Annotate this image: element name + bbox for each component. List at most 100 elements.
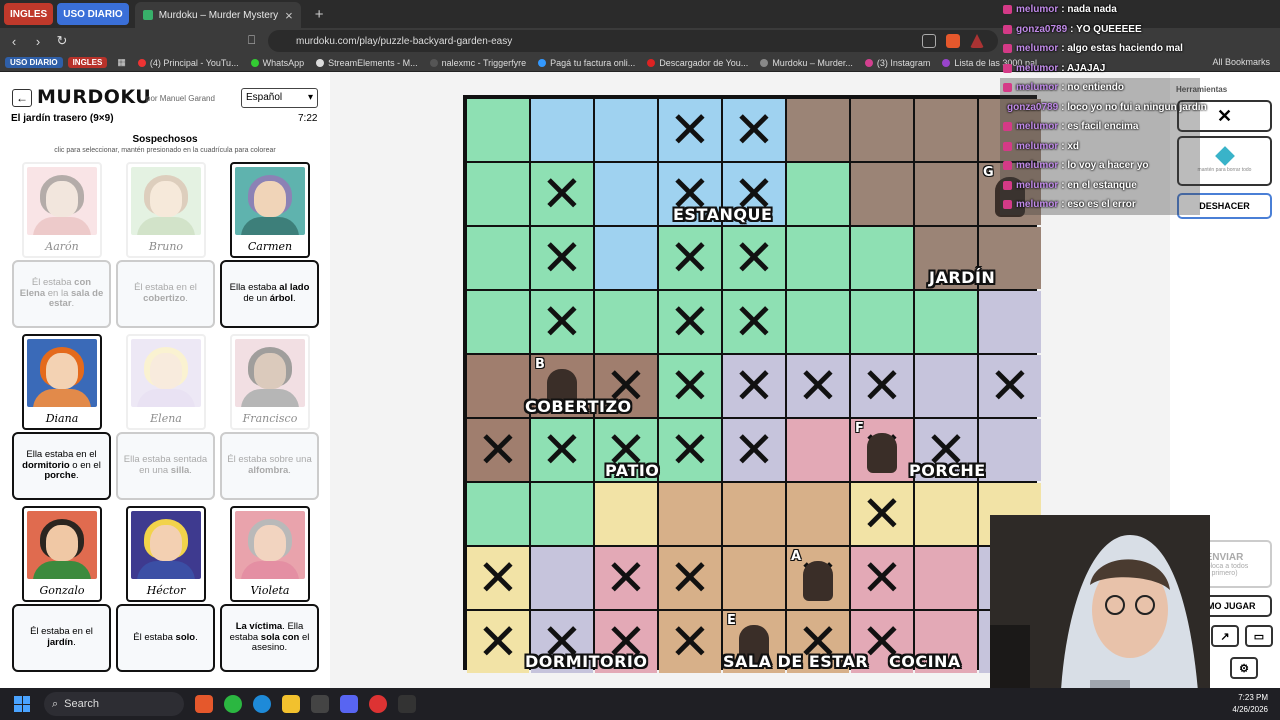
board-cell[interactable] bbox=[467, 483, 529, 545]
bookmark-icon[interactable]: ⎕ bbox=[248, 33, 255, 48]
suspect-card[interactable]: Aarón bbox=[22, 162, 102, 258]
suspect-card[interactable]: Francisco bbox=[230, 334, 310, 430]
board-cell[interactable] bbox=[467, 227, 529, 289]
suspect-card[interactable]: Diana bbox=[22, 334, 102, 430]
bookmark-whatsapp[interactable]: WhatsApp bbox=[250, 58, 304, 68]
app-icon[interactable] bbox=[311, 695, 329, 713]
board-cell[interactable] bbox=[595, 99, 657, 161]
board-cell[interactable]: ✕ bbox=[659, 291, 721, 353]
board-cell[interactable] bbox=[467, 291, 529, 353]
board-cell[interactable]: ✕ bbox=[979, 355, 1041, 417]
board-cell[interactable] bbox=[787, 419, 849, 481]
board-cell[interactable]: ✕ bbox=[531, 227, 593, 289]
suspect-clue[interactable]: La víctima. Ella estaba sola con el ases… bbox=[220, 604, 319, 672]
edge-icon[interactable] bbox=[253, 695, 271, 713]
share-icon[interactable] bbox=[922, 34, 936, 48]
suspect-token-icon[interactable] bbox=[803, 561, 833, 601]
board-cell[interactable]: ✕ bbox=[851, 355, 913, 417]
suspect-token-icon[interactable] bbox=[867, 433, 897, 473]
suspect-clue[interactable]: Él estaba sobre una alfombra. bbox=[220, 432, 319, 500]
board-cell[interactable]: ✕ bbox=[659, 99, 721, 161]
board-cell[interactable] bbox=[723, 483, 785, 545]
board-cell[interactable]: ✕ bbox=[531, 291, 593, 353]
board-cell[interactable]: ✕ bbox=[723, 419, 785, 481]
board-cell[interactable] bbox=[595, 483, 657, 545]
board-cell[interactable] bbox=[467, 355, 529, 417]
board-cell[interactable]: ✕ bbox=[851, 483, 913, 545]
suspect-clue[interactable]: Él estaba en el cobertizo. bbox=[116, 260, 215, 328]
board-cell[interactable] bbox=[915, 291, 977, 353]
chrome-icon[interactable] bbox=[369, 695, 387, 713]
pinned-tab-ingles[interactable]: INGLES bbox=[4, 3, 54, 25]
suspect-clue[interactable]: Él estaba en el jardín. bbox=[12, 604, 111, 672]
board-cell[interactable]: ✕ bbox=[467, 419, 529, 481]
board-cell[interactable]: ✕ bbox=[659, 547, 721, 609]
board-cell[interactable]: ✕ bbox=[531, 419, 593, 481]
suspect-clue[interactable]: Ella estaba sentada en una silla. bbox=[116, 432, 215, 500]
suspect-placement-letter[interactable]: G bbox=[983, 165, 994, 180]
board-cell[interactable] bbox=[979, 291, 1041, 353]
url-field[interactable]: murdoku.com/play/puzzle-backyard-garden-… bbox=[268, 30, 998, 52]
board-cell[interactable]: ✕ bbox=[723, 291, 785, 353]
suspect-card[interactable]: Bruno bbox=[126, 162, 206, 258]
reload-icon[interactable]: ↻ bbox=[52, 33, 72, 49]
windows-start-icon[interactable] bbox=[14, 696, 30, 712]
back-button[interactable]: ← bbox=[12, 89, 32, 107]
back-arrow-icon[interactable]: ‹ bbox=[4, 34, 24, 49]
board-cell[interactable] bbox=[915, 99, 977, 161]
epic-icon[interactable] bbox=[398, 695, 416, 713]
board-cell[interactable]: ✕ bbox=[659, 611, 721, 673]
board-cell[interactable] bbox=[595, 163, 657, 225]
suspect-card[interactable]: Héctor bbox=[126, 506, 206, 602]
board-cell[interactable] bbox=[595, 291, 657, 353]
board-cell[interactable] bbox=[851, 163, 913, 225]
board-cell[interactable] bbox=[531, 99, 593, 161]
board-cell[interactable]: ✕ bbox=[467, 611, 529, 673]
board-cell[interactable]: ✕ bbox=[659, 227, 721, 289]
board-cell[interactable] bbox=[851, 99, 913, 161]
board-cell[interactable] bbox=[787, 227, 849, 289]
board-cell[interactable] bbox=[787, 99, 849, 161]
suspect-clue[interactable]: Ella estaba en el dormitorio o en el por… bbox=[12, 432, 111, 500]
print-icon[interactable]: ▭ bbox=[1245, 625, 1273, 647]
pinned-tab-uso-diario[interactable]: USO DIARIO bbox=[57, 3, 129, 25]
board-cell[interactable] bbox=[467, 99, 529, 161]
apps-grid-icon[interactable]: ▦ bbox=[117, 57, 126, 68]
suspect-placement-letter[interactable]: E bbox=[727, 613, 736, 628]
board-cell[interactable]: ✕ bbox=[787, 355, 849, 417]
language-select[interactable]: Español ▾ bbox=[241, 88, 318, 108]
suspect-card[interactable]: Gonzalo bbox=[22, 506, 102, 602]
board-cell[interactable]: ✕ bbox=[723, 355, 785, 417]
board-cell[interactable]: ✕ bbox=[659, 355, 721, 417]
board-cell[interactable] bbox=[915, 355, 977, 417]
bookmark-instagram[interactable]: (3) Instagram bbox=[864, 58, 930, 68]
share-arrow-icon[interactable]: ↗ bbox=[1211, 625, 1239, 647]
board-cell[interactable] bbox=[979, 419, 1041, 481]
puzzle-board[interactable]: ✕✕✕✕✕✕✕✕✕✕✕✕✕✕✕✕✕✕✕✕✕✕✕✕✕✕✕✕✕✕✕✕✕✕✕✕GBFA… bbox=[463, 95, 1041, 673]
taskbar-search[interactable]: ⌕ Search bbox=[44, 692, 184, 716]
board-cell[interactable]: ✕ bbox=[723, 99, 785, 161]
brave-shield-icon[interactable] bbox=[946, 34, 960, 48]
board-cell[interactable] bbox=[723, 547, 785, 609]
gear-icon[interactable]: ⚙ bbox=[1230, 657, 1258, 679]
bookmark-descargador[interactable]: Descargador de You... bbox=[647, 58, 748, 68]
suspect-placement-letter[interactable]: A bbox=[791, 549, 801, 564]
brave-icon[interactable] bbox=[195, 695, 213, 713]
board-cell[interactable] bbox=[915, 547, 977, 609]
folder-icon[interactable] bbox=[282, 695, 300, 713]
board-cell[interactable] bbox=[467, 163, 529, 225]
board-cell[interactable] bbox=[787, 483, 849, 545]
new-tab-icon[interactable]: + bbox=[315, 6, 324, 23]
tab-close-icon[interactable]: × bbox=[285, 8, 293, 23]
board-cell[interactable]: ✕ bbox=[723, 227, 785, 289]
board-cell[interactable] bbox=[531, 547, 593, 609]
board-cell[interactable] bbox=[915, 483, 977, 545]
active-tab[interactable]: Murdoku – Murder Mystery me × bbox=[134, 2, 301, 28]
bookmark-folder-ingles[interactable]: INGLES bbox=[67, 57, 108, 68]
suspect-clue[interactable]: Él estaba con Elena en la sala de estar. bbox=[12, 260, 111, 328]
board-cell[interactable] bbox=[787, 291, 849, 353]
board-cell[interactable] bbox=[595, 227, 657, 289]
suspect-card[interactable]: Violeta bbox=[230, 506, 310, 602]
board-cell[interactable] bbox=[659, 483, 721, 545]
suspect-clue[interactable]: Él estaba solo. bbox=[116, 604, 215, 672]
